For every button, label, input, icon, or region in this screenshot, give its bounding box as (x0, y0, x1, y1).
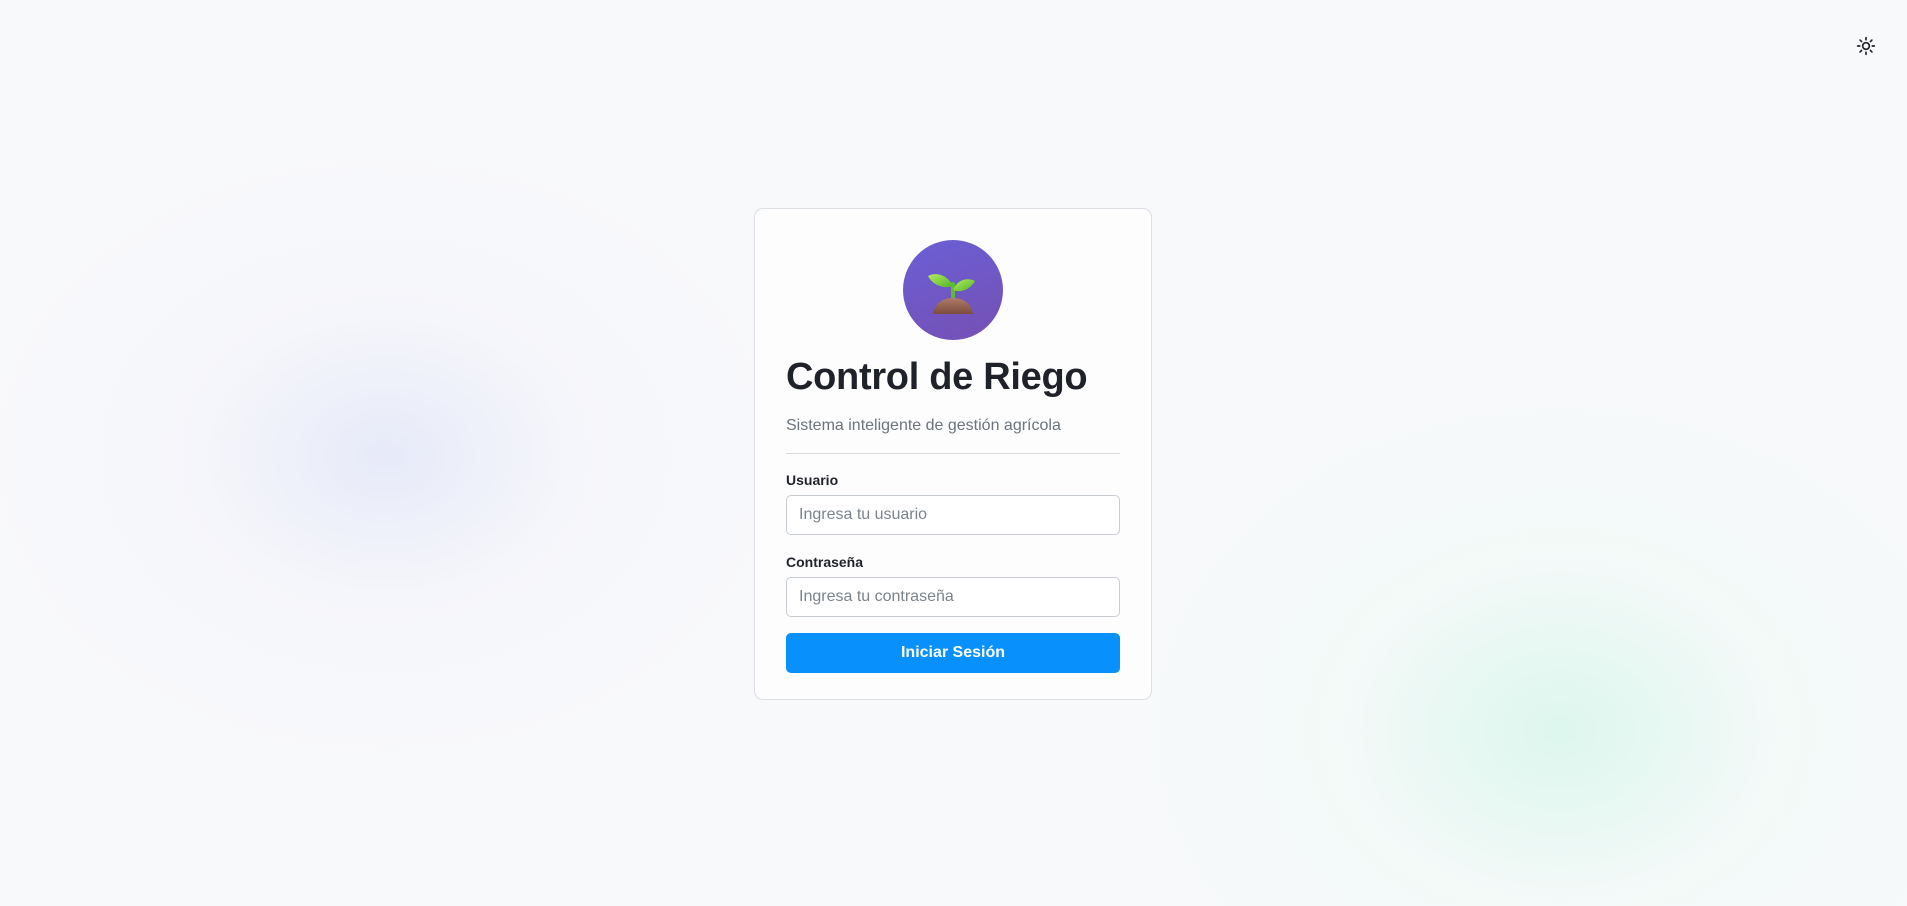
username-label: Usuario (786, 472, 839, 488)
app-logo (903, 240, 1003, 340)
password-input[interactable] (786, 577, 1120, 617)
app-subtitle: Sistema inteligente de gestión agrícola (786, 417, 1061, 434)
divider (786, 453, 1120, 454)
seedling-icon (928, 274, 975, 314)
password-label: Contraseña (786, 554, 864, 570)
username-input[interactable] (786, 495, 1120, 535)
login-card: Control de Riego Sistema inteligente de … (754, 208, 1152, 700)
theme-toggle-button[interactable] (1855, 35, 1877, 57)
app-title: Control de Riego (786, 356, 1088, 398)
sun-icon (1856, 36, 1876, 56)
login-button[interactable]: Iniciar Sesión (786, 633, 1120, 673)
